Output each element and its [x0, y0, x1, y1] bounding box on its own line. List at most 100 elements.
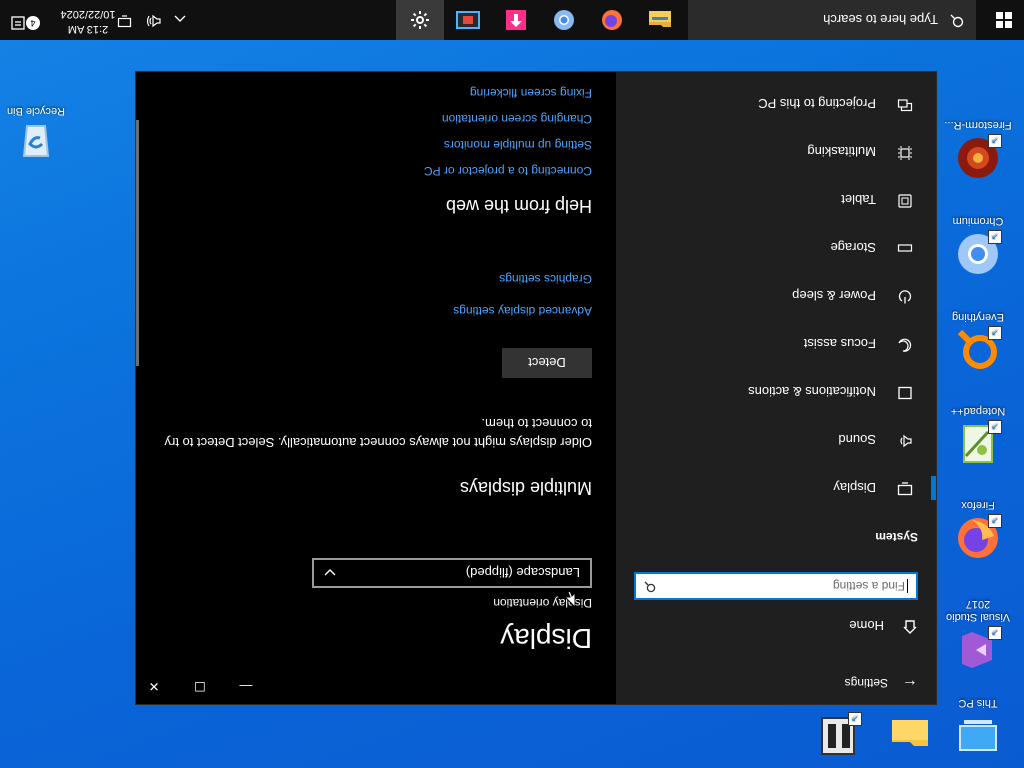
nav-item-label: Power & sleep [792, 288, 876, 304]
desktop-icon-everything[interactable]: ↗ Everything [940, 310, 1016, 374]
show-hidden-icons-chevron-icon[interactable] [174, 13, 186, 28]
find-setting-input[interactable]: Find a setting [634, 572, 918, 600]
multiple-displays-text: Older displays might not always connect … [164, 416, 592, 450]
nav-item-power-sleep[interactable]: Power & sleep [616, 272, 936, 320]
help-link[interactable]: Connecting to a projector or PC [424, 164, 592, 178]
nav-item-focus-assist[interactable]: Focus assist [616, 320, 936, 368]
clock-time: 2:13 AM [67, 23, 109, 35]
help-link[interactable]: Setting up multiple monitors [444, 138, 592, 152]
speaker-icon [896, 432, 914, 449]
advanced-display-settings-link[interactable]: Advanced display settings [453, 304, 592, 318]
orientation-value: Landscape (flipped) [465, 565, 580, 581]
taskbar: Type here to search 2:13 AM 10/22/2024 4 [0, 0, 1024, 40]
desktop-icon-chromium[interactable]: ↗ Chromium [940, 214, 1016, 278]
taskbar-app-settings[interactable] [396, 0, 444, 40]
nav-home[interactable]: Home [849, 614, 918, 638]
desktop-icon-label: This PC [958, 697, 998, 709]
shortcut-arrow-icon: ↗ [988, 134, 1002, 148]
desktop-icon-firefox[interactable]: ↗ Firefox [940, 498, 1016, 562]
content-scrollbar[interactable] [136, 120, 139, 366]
desktop-icon-recycle-bin[interactable]: Recycle Bin [0, 104, 74, 168]
desktop-icon-label: Firefox [961, 499, 995, 511]
desktop-icon-label: Recycle Bin [6, 105, 66, 117]
search-icon [950, 12, 964, 29]
gear-icon [411, 11, 429, 29]
search-icon [644, 579, 656, 594]
nav-item-label: Multitasking [807, 144, 876, 160]
folder-icon [649, 11, 671, 27]
back-arrow-icon: ← [902, 676, 918, 693]
chevron-down-icon [324, 566, 336, 581]
multitasking-icon [896, 143, 914, 162]
home-icon [902, 617, 918, 636]
chromium-icon: ↗ [954, 230, 1002, 278]
desktop-icon-label: Notepad++ [950, 405, 1006, 417]
desktop-icon-notepadpp[interactable]: ↗ Notepad++ [940, 404, 1016, 468]
help-heading: Help from the web [445, 196, 592, 216]
nav-item-label: Display [833, 480, 876, 496]
settings-nav-pane: ← Settings Home Find a setting System Di… [616, 72, 936, 704]
firefox-icon [602, 10, 622, 30]
chromium-icon [554, 10, 574, 30]
taskbar-clock[interactable]: 2:13 AM 10/22/2024 [48, 6, 128, 36]
nav-item-tablet[interactable]: Tablet [616, 176, 936, 224]
notification-icon [896, 384, 914, 401]
nav-item-label: Tablet [841, 192, 876, 208]
desktop-icon-firestorm[interactable]: ↗ Firestorm-R... [940, 118, 1016, 182]
taskbar-app-pink[interactable] [492, 0, 540, 40]
taskbar-app-file-explorer[interactable] [636, 0, 684, 40]
desktop-icon-folder[interactable] [872, 709, 948, 760]
shortcut-arrow-icon: ↗ [848, 712, 862, 726]
taskbar-app-chromium[interactable] [540, 0, 588, 40]
settings-window: ← Settings Home Find a setting System Di… [136, 72, 936, 704]
film-icon [456, 11, 480, 29]
desktop-icon-label: Visual Studio 2017 [946, 598, 1011, 623]
help-link[interactable]: Changing screen orientation [442, 112, 592, 126]
start-button[interactable] [996, 12, 1012, 28]
minimize-icon: — [239, 679, 253, 694]
taskbar-app-firefox[interactable] [588, 0, 636, 40]
close-button[interactable]: ✕ [138, 676, 170, 696]
moon-icon [896, 335, 914, 354]
nav-section-title: System [875, 530, 918, 544]
graphics-settings-link[interactable]: Graphics settings [499, 272, 592, 286]
firestorm-icon: ↗ [954, 134, 1002, 182]
back-button[interactable]: ← [898, 672, 922, 696]
desktop-icon-total-commander[interactable]: ↗ [800, 709, 876, 760]
minimize-button[interactable]: — [230, 676, 262, 696]
taskbar-search-placeholder: Type here to search [823, 12, 938, 28]
folder-icon [886, 712, 934, 760]
firefox-icon: ↗ [954, 514, 1002, 562]
maximize-button[interactable]: ☐ [184, 676, 216, 696]
nav-list: Display Sound Notifications & actions Fo… [616, 80, 936, 512]
notepadpp-icon: ↗ [954, 420, 1002, 468]
help-link[interactable]: Fixing screen flickering [470, 86, 592, 100]
orientation-dropdown[interactable]: Landscape (flipped) [312, 558, 592, 588]
nav-item-multitasking[interactable]: Multitasking [616, 128, 936, 176]
find-setting-placeholder: Find a setting [832, 579, 905, 594]
tablet-icon [896, 191, 914, 210]
nav-item-projecting[interactable]: Projecting to this PC [616, 80, 936, 128]
volume-icon[interactable] [144, 12, 162, 29]
desktop-icon-label: Chromium [952, 215, 1004, 227]
nav-item-display[interactable]: Display [616, 464, 936, 512]
window-title: Settings [844, 676, 888, 690]
page-title: Display [500, 623, 592, 654]
total-commander-icon: ↗ [814, 712, 862, 760]
shortcut-arrow-icon: ↗ [988, 626, 1002, 640]
storage-icon [896, 240, 914, 256]
taskbar-app-media[interactable] [444, 0, 492, 40]
shortcut-arrow-icon: ↗ [988, 420, 1002, 434]
text-caret [907, 578, 908, 593]
taskbar-search-box[interactable]: Type here to search [688, 0, 976, 40]
maximize-icon: ☐ [194, 679, 206, 694]
everything-icon: ↗ [954, 326, 1002, 374]
action-center-button[interactable]: 4 [6, 8, 40, 32]
nav-item-sound[interactable]: Sound [616, 416, 936, 464]
nav-item-notifications[interactable]: Notifications & actions [616, 368, 936, 416]
nav-item-storage[interactable]: Storage [616, 224, 936, 272]
desktop-icon-visual-studio[interactable]: ↗ Visual Studio 2017 [940, 597, 1016, 674]
pink-app-icon [506, 10, 526, 30]
desktop-icon-this-pc[interactable]: This PC [940, 696, 1016, 760]
detect-button[interactable]: Detect [502, 348, 592, 378]
